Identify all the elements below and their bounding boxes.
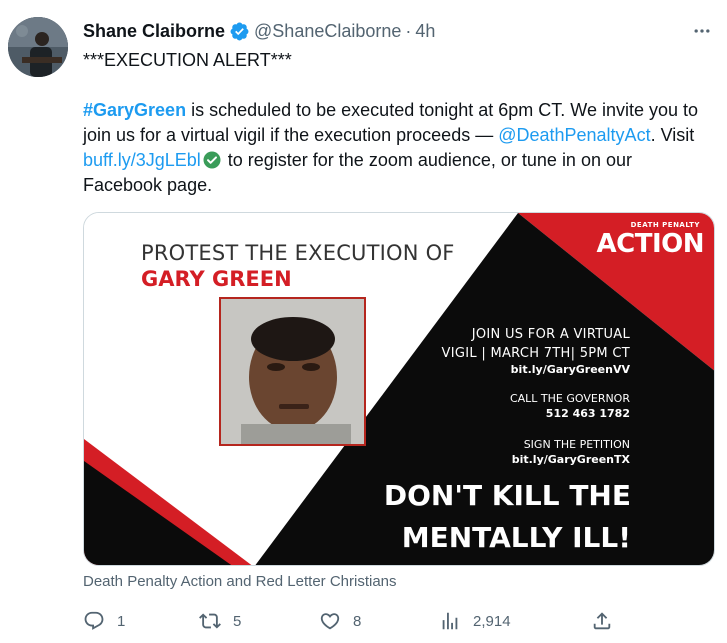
poster-logo-small: DEATH PENALTY — [630, 221, 700, 229]
check-mark-emoji-icon — [203, 151, 221, 169]
vigil-line2: VIGIL | MARCH 7TH| 5PM CT — [441, 346, 630, 361]
call-governor-number: 512 463 1782 — [545, 407, 630, 420]
like-count: 8 — [353, 612, 362, 630]
hashtag-link[interactable]: #GaryGreen — [83, 100, 186, 120]
avatar[interactable] — [8, 17, 68, 77]
url-link[interactable]: buff.ly/3JgLEbl — [83, 150, 201, 170]
more-options-icon[interactable] — [685, 14, 719, 48]
retweet-count: 5 — [233, 612, 242, 630]
retweet-icon — [199, 613, 221, 629]
poster-slogan: DON'T KILL THE MENTALLY ILL! — [384, 475, 631, 559]
author-handle[interactable]: @ShaneClaiborne — [254, 21, 401, 42]
poster-title-line1: PROTEST THE EXECUTION OF — [141, 241, 455, 265]
petition-label: SIGN THE PETITION — [523, 438, 630, 451]
views-count: 2,914 — [473, 612, 511, 630]
retweet-button[interactable]: 5 — [199, 607, 241, 635]
slogan-line2: MENTALLY ILL! — [401, 521, 631, 554]
tweet-body-part2: . Visit — [650, 125, 695, 145]
poster-title-line2: GARY GREEN — [141, 267, 292, 291]
slogan-line1: DON'T KILL THE — [383, 479, 631, 512]
tweet-card[interactable]: Shane Claiborne @ShaneClaiborne · 4h ***… — [0, 0, 727, 643]
media-caption[interactable]: Death Penalty Action and Red Letter Chri… — [83, 573, 397, 590]
vigil-line1: JOIN US FOR A VIRTUAL — [471, 327, 630, 342]
share-icon — [593, 612, 611, 630]
tweet-line-alert: ***EXECUTION ALERT*** — [83, 50, 292, 70]
verified-badge-icon[interactable] — [229, 21, 250, 42]
reply-button[interactable]: 1 — [83, 607, 125, 635]
call-governor-label: CALL THE GOVERNOR — [509, 392, 630, 405]
tweet-timestamp[interactable]: 4h — [415, 21, 435, 42]
tweet-header: Shane Claiborne @ShaneClaiborne · 4h — [83, 18, 435, 44]
tweet-body: #GaryGreen is scheduled to be executed t… — [83, 98, 708, 198]
like-button[interactable]: 8 — [319, 607, 361, 635]
reply-icon — [84, 611, 104, 630]
mention-link[interactable]: @DeathPenaltyAct — [498, 125, 650, 145]
mugshot-photo — [219, 297, 366, 446]
petition-link: bit.ly/GaryGreenTX — [511, 453, 630, 466]
vigil-info: JOIN US FOR A VIRTUAL VIGIL | MARCH 7TH|… — [442, 325, 630, 363]
heart-icon — [320, 613, 340, 630]
reply-count: 1 — [117, 612, 126, 630]
author-name[interactable]: Shane Claiborne — [83, 21, 225, 42]
share-button[interactable] — [591, 607, 625, 635]
tweet-actions: 1 5 8 2,914 — [80, 607, 620, 635]
tweet-text: ***EXECUTION ALERT*** #GaryGreen is sche… — [83, 48, 708, 198]
views-chart-icon — [442, 612, 458, 630]
vigil-link: bit.ly/GaryGreenVV — [510, 363, 630, 376]
views-button[interactable]: 2,914 — [439, 607, 511, 635]
poster-logo-big: ACTION — [596, 229, 705, 259]
separator-dot: · — [405, 20, 412, 41]
tweet-media-image[interactable]: PROTEST THE EXECUTION OF GARY GREEN DEAT… — [83, 212, 715, 566]
